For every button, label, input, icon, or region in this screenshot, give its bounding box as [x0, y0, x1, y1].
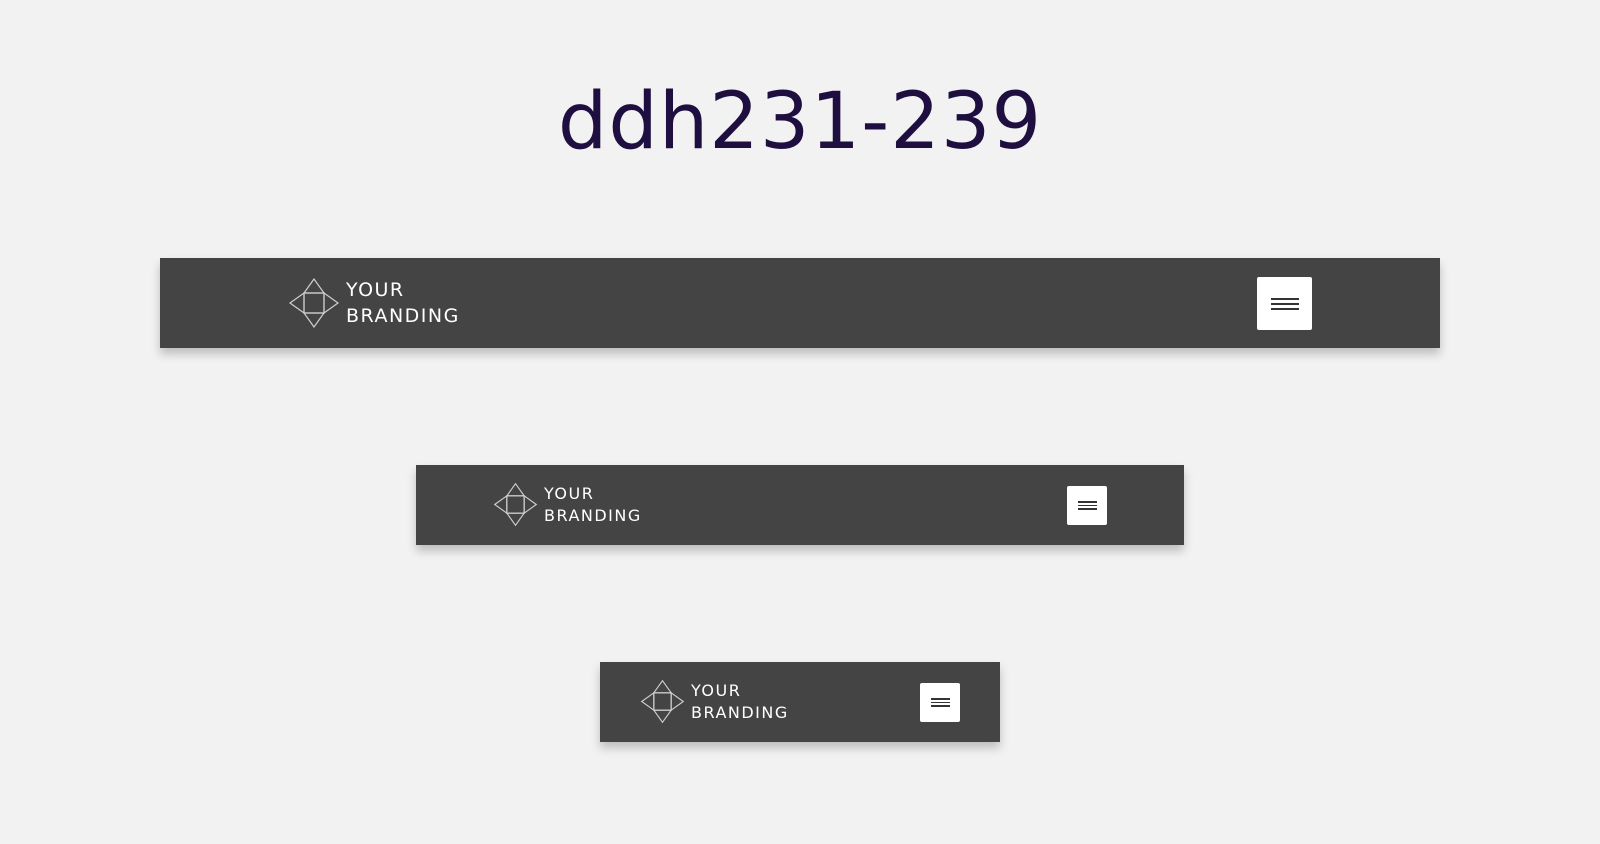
brand-logo[interactable]: YOUR BRANDING	[640, 679, 789, 724]
navbar-small: YOUR BRANDING	[600, 662, 1000, 742]
brand-name-line1: YOUR	[346, 279, 405, 301]
page-title: ddh231-239	[557, 77, 1043, 167]
brand-logo[interactable]: YOUR BRANDING	[493, 482, 642, 527]
diamond-logo-icon	[493, 482, 538, 527]
hamburger-menu-button[interactable]	[1067, 486, 1107, 525]
brand-name-line2: BRANDING	[691, 702, 789, 722]
navbar-large: YOUR BRANDING	[160, 258, 1440, 348]
brand-name: YOUR BRANDING	[346, 277, 460, 329]
brand-logo[interactable]: YOUR BRANDING	[288, 277, 460, 329]
hamburger-menu-button[interactable]	[920, 683, 960, 722]
brand-name: YOUR BRANDING	[544, 483, 642, 527]
brand-name-line2: BRANDING	[544, 505, 642, 525]
hamburger-menu-icon	[930, 696, 950, 709]
hamburger-menu-button[interactable]	[1257, 277, 1312, 330]
diamond-logo-icon	[288, 277, 340, 329]
brand-name: YOUR BRANDING	[691, 680, 789, 724]
brand-name-line1: YOUR	[691, 680, 742, 700]
diamond-logo-icon	[640, 679, 685, 724]
hamburger-menu-icon	[1077, 499, 1097, 512]
brand-name-line2: BRANDING	[346, 305, 460, 327]
hamburger-menu-icon	[1270, 295, 1299, 313]
navbar-medium: YOUR BRANDING	[416, 465, 1184, 545]
brand-name-line1: YOUR	[544, 483, 595, 503]
